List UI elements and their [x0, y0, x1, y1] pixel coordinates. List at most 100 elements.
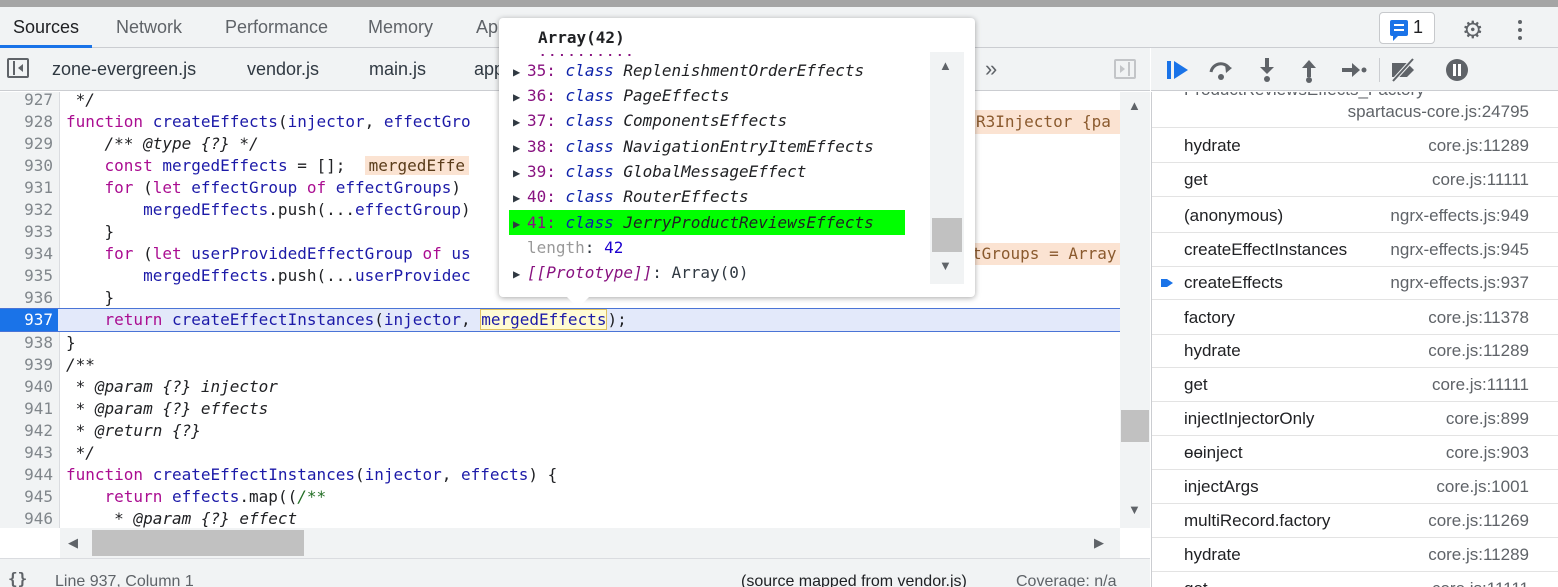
- pretty-print-icon[interactable]: {}: [8, 569, 27, 587]
- frame-location[interactable]: core.js:11289: [1428, 136, 1529, 156]
- line-number[interactable]: 946: [0, 508, 53, 528]
- call-stack-frame[interactable]: get core.js:11111: [1152, 163, 1558, 197]
- expand-triangle-icon[interactable]: ▶: [509, 262, 527, 287]
- line-number[interactable]: 944: [0, 464, 53, 486]
- call-stack-frame[interactable]: hydrate core.js:11289: [1152, 334, 1558, 368]
- gear-icon[interactable]: ⚙: [1462, 19, 1484, 43]
- line-number[interactable]: 934: [0, 243, 53, 265]
- hovered-variable[interactable]: mergedEffects: [480, 309, 608, 330]
- file-tab-main[interactable]: main.js: [369, 48, 426, 91]
- tree-item[interactable]: ▶ 38: class NavigationEntryItemEffects: [509, 134, 929, 159]
- scroll-down-arrow-icon[interactable]: ▼: [1128, 502, 1141, 517]
- pause-on-exceptions-icon[interactable]: [1443, 56, 1471, 84]
- expand-triangle-icon[interactable]: ▶: [509, 186, 527, 211]
- frame-location[interactable]: core.js:903: [1446, 443, 1529, 463]
- step-into-icon[interactable]: [1253, 56, 1281, 84]
- tree-item[interactable]: ▶ 36: class PageEffects: [509, 83, 929, 108]
- line-number[interactable]: 935: [0, 265, 53, 287]
- line-number[interactable]: 927: [0, 92, 53, 111]
- tab-network[interactable]: Network: [116, 7, 182, 48]
- call-stack-frame[interactable]: hydrate core.js:11289: [1152, 129, 1558, 163]
- resume-icon[interactable]: [1164, 56, 1192, 84]
- line-number[interactable]: 931: [0, 177, 53, 199]
- call-stack-frame[interactable]: get core.js:11111: [1152, 368, 1558, 402]
- tab-performance[interactable]: Performance: [225, 7, 328, 48]
- frame-location[interactable]: core.js:11289: [1428, 545, 1529, 565]
- step-over-icon[interactable]: [1207, 56, 1235, 84]
- scrollbar-thumb[interactable]: [932, 218, 962, 252]
- scrollbar-thumb[interactable]: [1121, 410, 1149, 442]
- line-number[interactable]: 942: [0, 420, 53, 442]
- call-stack-frame[interactable]: injectInjectorOnly core.js:899: [1152, 402, 1558, 436]
- deactivate-breakpoints-icon[interactable]: [1389, 56, 1417, 84]
- scroll-down-arrow-icon[interactable]: ▼: [939, 258, 952, 273]
- frame-location[interactable]: core.js:11289: [1428, 341, 1529, 361]
- frame-location[interactable]: ngrx-effects.js:945: [1390, 240, 1529, 260]
- issues-button[interactable]: 1: [1379, 12, 1435, 44]
- step-out-icon[interactable]: [1295, 56, 1323, 84]
- line-number[interactable]: 930: [0, 155, 53, 177]
- expand-triangle-icon[interactable]: ▶: [509, 60, 527, 85]
- scrollbar-thumb[interactable]: [92, 530, 304, 556]
- frame-location[interactable]: spartacus-core.js:24795: [1348, 102, 1529, 122]
- tab-application[interactable]: Ap: [476, 7, 498, 48]
- frame-location[interactable]: core.js:899: [1446, 409, 1529, 429]
- file-tab-zone-evergreen[interactable]: zone-evergreen.js: [52, 48, 196, 91]
- tab-memory[interactable]: Memory: [368, 7, 433, 48]
- line-number[interactable]: 938: [0, 332, 53, 354]
- editor-vertical-scrollbar[interactable]: ▲ ▼: [1120, 92, 1150, 528]
- tab-sources[interactable]: Sources: [0, 7, 93, 48]
- line-number[interactable]: 933: [0, 221, 53, 243]
- call-stack-frame[interactable]: ProductReviewsEffects_Factory spartacus-…: [1152, 92, 1558, 128]
- call-stack-frame[interactable]: multiRecord.factory core.js:11269: [1152, 504, 1558, 538]
- call-stack-frame[interactable]: createEffectInstances ngrx-effects.js:945: [1152, 233, 1558, 267]
- expand-triangle-icon[interactable]: ▶: [509, 212, 527, 237]
- tree-item-selected[interactable]: ▶ 41: class JerryProductReviewsEffects: [509, 210, 905, 235]
- expand-triangle-icon[interactable]: ▶: [509, 110, 527, 135]
- frame-location[interactable]: core.js:11269: [1428, 511, 1529, 531]
- call-stack-frame[interactable]: (anonymous) ngrx-effects.js:949: [1152, 199, 1558, 233]
- editor-horizontal-scrollbar[interactable]: ◀ ▶: [60, 528, 1120, 558]
- tree-item[interactable]: ▶ 37: class ComponentsEffects: [509, 108, 929, 133]
- frame-location[interactable]: ngrx-effects.js:949: [1390, 206, 1529, 226]
- file-tab-vendor[interactable]: vendor.js: [247, 48, 319, 91]
- frame-location[interactable]: core.js:11111: [1432, 375, 1529, 395]
- line-number[interactable]: 943: [0, 442, 53, 464]
- scroll-left-arrow-icon[interactable]: ◀: [68, 535, 78, 551]
- call-stack-frame-current[interactable]: createEffects ngrx-effects.js:937: [1152, 266, 1558, 300]
- line-number[interactable]: 940: [0, 376, 53, 398]
- line-number[interactable]: 941: [0, 398, 53, 420]
- line-number[interactable]: 945: [0, 486, 53, 508]
- line-number[interactable]: 937: [0, 309, 58, 331]
- frame-location[interactable]: core.js:11111: [1432, 170, 1529, 190]
- tree-item[interactable]: ▶ 40: class RouterEffects: [509, 184, 929, 209]
- tree-item[interactable]: ▶ 39: class GlobalMessageEffect: [509, 159, 929, 184]
- expand-triangle-icon[interactable]: ▶: [509, 161, 527, 186]
- frame-location[interactable]: core.js:11111: [1432, 579, 1529, 587]
- tree-item-prototype[interactable]: ▶ [[Prototype]]: Array(0): [509, 260, 929, 285]
- frame-location[interactable]: ngrx-effects.js:937: [1390, 273, 1529, 293]
- expand-triangle-icon[interactable]: ▶: [509, 136, 527, 161]
- line-number[interactable]: 936: [0, 287, 53, 309]
- call-stack-frame[interactable]: hydrate core.js:11289: [1152, 538, 1558, 572]
- tree-item[interactable]: ▶ 35: class ReplenishmentOrderEffects: [509, 58, 929, 83]
- call-stack-frame[interactable]: factory core.js:11378: [1152, 301, 1558, 335]
- toggle-navigator-icon[interactable]: [7, 58, 29, 78]
- frame-location[interactable]: core.js:1001: [1436, 477, 1529, 497]
- line-number[interactable]: 932: [0, 199, 53, 221]
- scroll-right-arrow-icon[interactable]: ▶: [1094, 535, 1104, 551]
- scroll-up-arrow-icon[interactable]: ▲: [939, 58, 952, 73]
- source-mapped-link[interactable]: (source mapped from vendor.js): [741, 573, 967, 587]
- popover-scrollbar[interactable]: ▲ ▼: [930, 52, 964, 284]
- scroll-up-arrow-icon[interactable]: ▲: [1128, 98, 1141, 113]
- toggle-debugger-icon[interactable]: [1114, 59, 1136, 79]
- call-stack-frame[interactable]: get core.js:11111: [1152, 572, 1558, 587]
- more-options-icon[interactable]: [1512, 18, 1528, 44]
- more-tabs-chevron-icon[interactable]: »: [985, 56, 997, 82]
- line-number[interactable]: 929: [0, 133, 53, 155]
- call-stack-frame[interactable]: ɵɵinject core.js:903: [1152, 436, 1558, 470]
- line-number[interactable]: 939: [0, 354, 53, 376]
- call-stack-frame[interactable]: injectArgs core.js:1001: [1152, 470, 1558, 504]
- line-number[interactable]: 928: [0, 111, 53, 133]
- expand-triangle-icon[interactable]: ▶: [509, 85, 527, 110]
